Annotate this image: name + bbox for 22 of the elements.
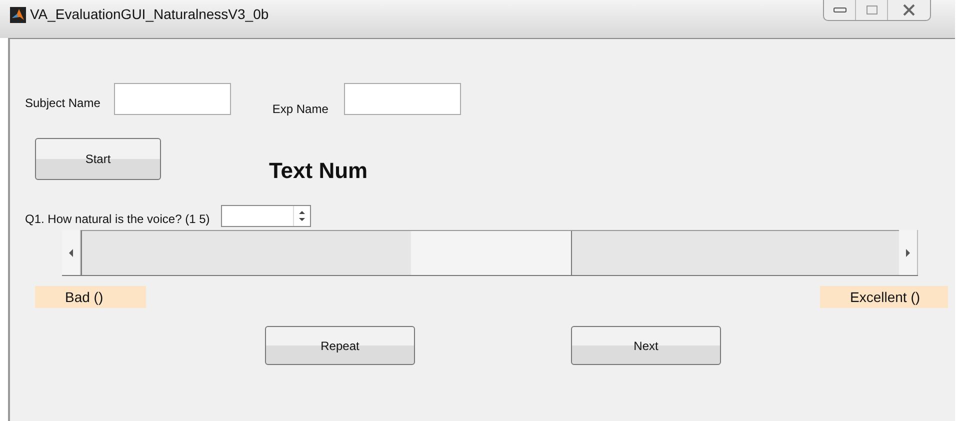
spinner-field[interactable] xyxy=(220,205,311,227)
heading: Text Num xyxy=(269,158,368,184)
start-button[interactable]: Start xyxy=(35,138,161,180)
window-title: VA_EvaluationGUI_NaturalnessV3_0b xyxy=(30,6,269,22)
left-triangle-icon xyxy=(69,248,73,256)
slider[interactable] xyxy=(62,230,918,276)
next-button[interactable]: Next xyxy=(571,326,721,365)
scale-label: Excellent () xyxy=(820,286,948,308)
minimize-icon xyxy=(832,6,846,14)
input-field[interactable] xyxy=(114,83,232,115)
question-label: Q1. How natural is the voice? (1 5) xyxy=(25,212,210,226)
input-field[interactable] xyxy=(344,83,462,115)
app-icon xyxy=(10,7,26,23)
repeat-button[interactable]: Repeat xyxy=(265,326,415,365)
spin-arrows-icon[interactable] xyxy=(298,209,306,223)
maximize-icon xyxy=(866,5,878,15)
field-label: Exp Name xyxy=(272,102,328,116)
field-label: Subject Name xyxy=(25,96,100,110)
slider-thumb[interactable] xyxy=(410,231,572,275)
right-triangle-icon xyxy=(906,248,910,256)
close-icon xyxy=(903,4,915,16)
scale-label: Bad () xyxy=(35,286,146,308)
